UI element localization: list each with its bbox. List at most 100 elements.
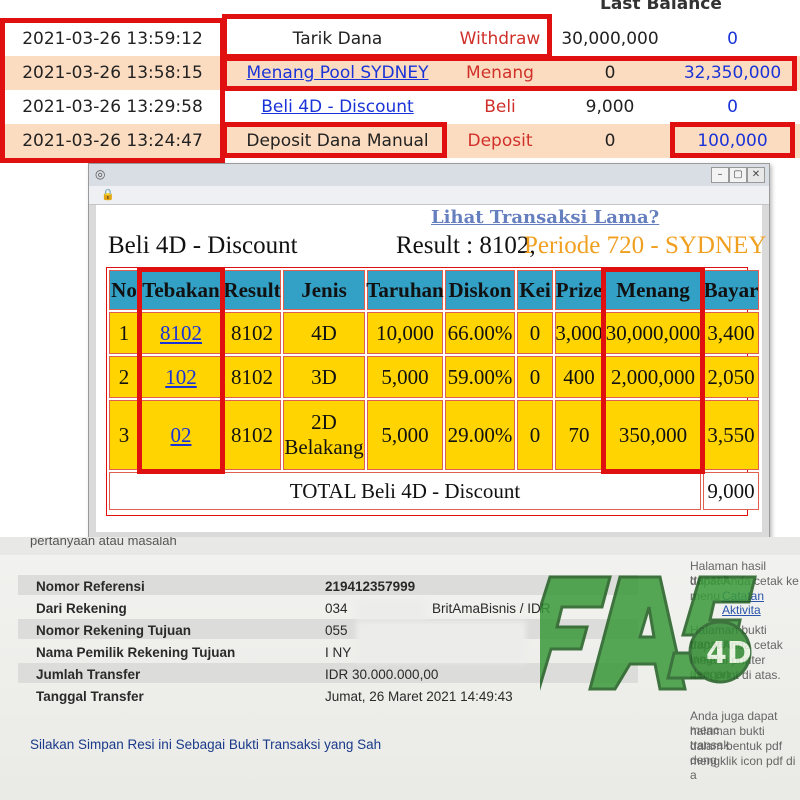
receipt-top-note: pertanyaan atau masalah — [30, 537, 177, 548]
date-cell: 2021-03-26 13:29:58 — [22, 97, 203, 117]
guess-link[interactable]: 102 — [141, 356, 221, 398]
redaction-blur — [356, 599, 426, 619]
browser-icon: ◎ — [95, 167, 106, 181]
total-label: TOTAL Beli 4D - Discount — [109, 472, 701, 510]
field-value: IDR 30.000.000,00 — [325, 667, 439, 682]
field-value-extra: BritAmaBisnis / IDR — [432, 601, 551, 616]
taruhan-cell: 5,000 — [367, 356, 443, 398]
column-header: Result — [223, 270, 281, 310]
menang-cell: 30,000,000 — [605, 312, 701, 354]
column-header: Prize — [555, 270, 603, 310]
table-row: 2021-03-26 13:59:12 Tarik Dana Withdraw … — [0, 22, 800, 56]
diskon-cell: 29.00% — [445, 400, 515, 470]
description-cell: Tarik Dana — [292, 29, 383, 49]
column-header: Menang — [605, 270, 701, 310]
result-cell: 8102 — [223, 312, 281, 354]
menang-cell: 350,000 — [605, 400, 701, 470]
field-label: Jumlah Transfer — [36, 667, 141, 682]
prize-cell: 3,000 — [555, 312, 603, 354]
bayar-cell: 3,550 — [703, 400, 759, 470]
diskon-cell: 66.00% — [445, 312, 515, 354]
total-value: 9,000 — [703, 472, 759, 510]
balance-cell: 32,350,000 — [683, 63, 782, 83]
prize-cell: 400 — [555, 356, 603, 398]
maximize-button[interactable]: ▢ — [729, 167, 747, 183]
date-cell: 2021-03-26 13:24:47 — [22, 131, 203, 151]
column-header: Tebakan — [141, 270, 221, 310]
no-cell: 3 — [109, 400, 139, 470]
balance-cell: 100,000 — [697, 131, 768, 151]
kei-cell: 0 — [517, 400, 553, 470]
description-link[interactable]: Beli 4D - Discount — [225, 90, 450, 124]
type-cell: Withdraw — [459, 29, 541, 49]
old-transactions-link[interactable]: Lihat Transaksi Lama? — [431, 207, 659, 228]
diskon-cell: 59.00% — [445, 356, 515, 398]
field-value: 055 — [325, 623, 348, 638]
field-label: Nomor Referensi — [36, 579, 145, 594]
amount-cell: 30,000,000 — [561, 29, 659, 49]
table-row: 2021-03-26 13:58:15 Menang Pool SYDNEY M… — [0, 56, 800, 90]
bayar-cell: 3,400 — [703, 312, 759, 354]
jenis-cell: 4D — [283, 312, 365, 354]
type-cell: Beli — [484, 97, 516, 117]
side-text: mengklik icon pdf di a — [690, 754, 796, 782]
popup-title: Beli 4D - Discount — [108, 232, 298, 259]
svg-text:4D: 4D — [706, 636, 752, 671]
bet-table: No Tebakan Result Jenis Taruhan Diskon Kei Priz… — [106, 267, 759, 516]
column-header: Diskon — [445, 270, 515, 310]
column-header: Jenis — [283, 270, 365, 310]
column-header: Kei — [517, 270, 553, 310]
date-cell: 2021-03-26 13:59:12 — [22, 29, 203, 49]
description-cell: Deposit Dana Manual — [246, 131, 429, 151]
no-cell: 2 — [109, 356, 139, 398]
field-value: Jumat, 26 Maret 2021 14:49:43 — [325, 689, 513, 704]
transaction-history-table: Last Balance 2021-03-26 13:59:12 Tarik D… — [0, 0, 800, 165]
field-value: 219412357999 — [325, 579, 416, 594]
lock-icon: 🔒 — [101, 188, 115, 201]
guess-link[interactable]: 8102 — [141, 312, 221, 354]
kei-cell: 0 — [517, 312, 553, 354]
column-header: Bayar — [703, 270, 759, 310]
window-titlebar: ◎ – ▢ ✕ — [89, 164, 769, 186]
field-label: Dari Rekening — [36, 601, 127, 616]
column-header: No — [109, 270, 139, 310]
field-value: 034 — [325, 601, 348, 616]
bet-type-cell: 2D Belakang — [283, 400, 365, 470]
redaction-blur — [356, 621, 526, 663]
date-cell: 2021-03-26 13:58:15 — [22, 63, 203, 83]
guess-link[interactable]: 02 — [141, 400, 221, 470]
description-link[interactable]: Menang Pool SYDNEY — [225, 56, 450, 90]
amount-cell: 9,000 — [585, 97, 635, 117]
taruhan-cell: 10,000 — [367, 312, 443, 354]
periode-text: Periode 720 - SYDNEY — [524, 232, 767, 259]
table-row: 2021-03-26 13:24:47 Deposit Dana Manual … — [0, 124, 800, 158]
bet-type-text: 2D — [311, 410, 337, 434]
last-balance-header: Last Balance — [600, 0, 722, 14]
jenis-cell: 3D — [283, 356, 365, 398]
address-bar[interactable]: 🔒 — [89, 186, 769, 205]
type-cell: Deposit — [467, 131, 533, 151]
no-cell: 1 — [109, 312, 139, 354]
kei-cell: 0 — [517, 356, 553, 398]
taruhan-cell: 5,000 — [367, 400, 443, 470]
field-label: Tanggal Transfer — [36, 689, 144, 704]
balance-cell: 0 — [727, 29, 738, 49]
minimize-button[interactable]: – — [711, 167, 729, 183]
bayar-cell: 2,050 — [703, 356, 759, 398]
result-text: Result : 8102, — [396, 232, 536, 259]
result-cell: 8102 — [223, 400, 281, 470]
receipt-note: Silakan Simpan Resi ini Sebagai Bukti Tr… — [30, 737, 382, 752]
table-row: 2021-03-26 13:29:58 Beli 4D - Discount B… — [0, 90, 800, 124]
menang-cell: 2,000,000 — [605, 356, 701, 398]
result-cell: 8102 — [223, 356, 281, 398]
transfer-receipt: pertanyaan atau masalah Nomor Referensi … — [0, 537, 800, 800]
field-value: I NY — [325, 645, 352, 660]
amount-cell: 0 — [604, 131, 616, 151]
type-cell: Menang — [466, 63, 534, 83]
balance-cell: 0 — [727, 97, 738, 117]
watermark-logo: 4D — [540, 575, 757, 691]
bet-type-subtext: Belakang — [284, 435, 364, 459]
prize-cell: 70 — [555, 400, 603, 470]
close-button[interactable]: ✕ — [747, 167, 765, 183]
amount-cell: 0 — [604, 63, 616, 83]
